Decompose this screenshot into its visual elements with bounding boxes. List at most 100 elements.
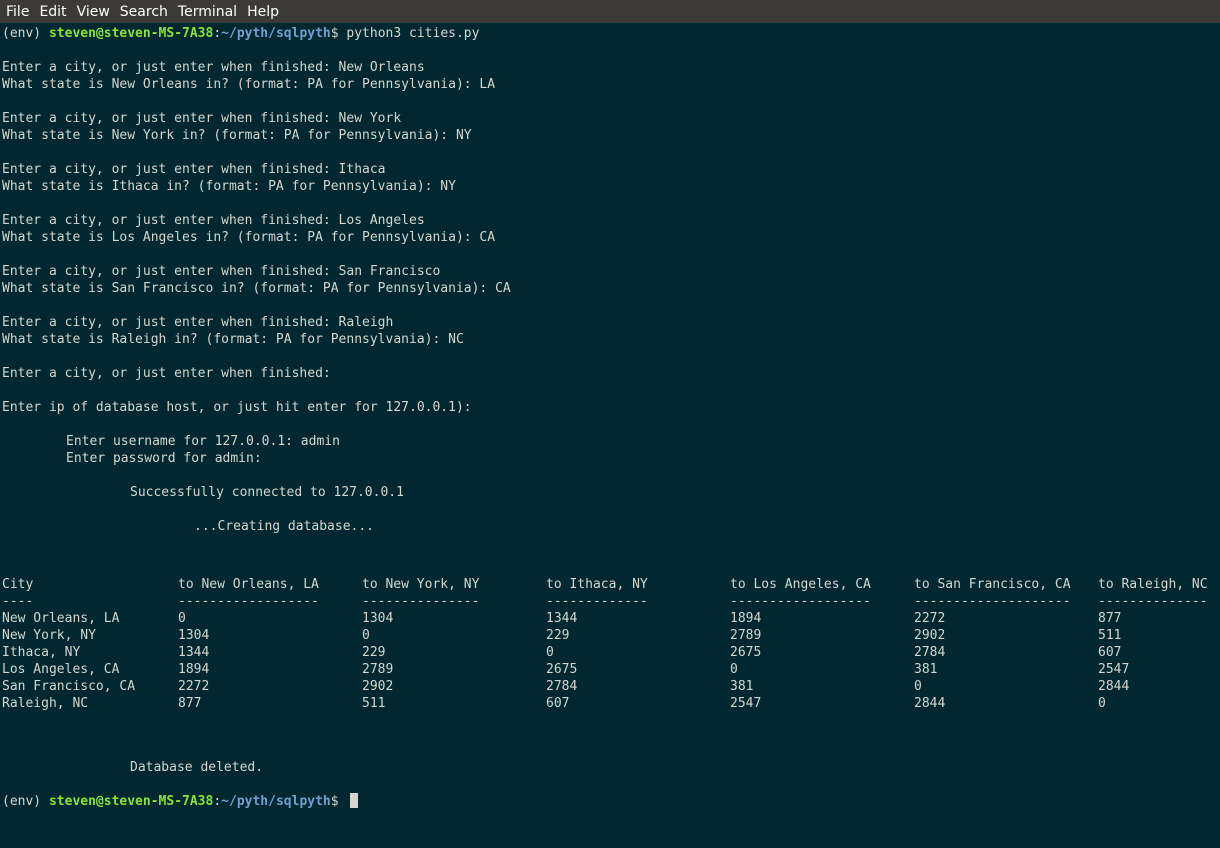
table-cell: 0 (730, 662, 738, 677)
table-cell: 1894 (730, 611, 762, 626)
prompt-path: ~/pyth/sqlpyth (221, 794, 331, 809)
table-cell: 381 (730, 679, 754, 694)
session-line (2, 297, 1220, 314)
distance-table: City to New Orleans, LA to New York, NY … (2, 576, 1208, 712)
table-cell: 2272 (178, 679, 210, 694)
table-cell: 1344 (546, 611, 578, 626)
table-cell: Raleigh, NC (2, 696, 89, 711)
table-cell: 2547 (1098, 662, 1130, 677)
session-line: Enter a city, or just enter when finishe… (2, 60, 425, 75)
table-separator: ------------------ (178, 594, 319, 609)
table-cell: 2902 (914, 628, 946, 643)
table-separator: ------------- (546, 594, 648, 609)
table-header: City (2, 577, 34, 592)
menu-search[interactable]: Search (117, 4, 171, 20)
session-line (2, 416, 1220, 433)
table-separator: -------------------- (914, 594, 1071, 609)
prompt-dollar: $ (330, 794, 347, 809)
table-cell: 511 (362, 696, 386, 711)
table-row: New Orleans, LA 0 1304 1344 1894 2272 87… (2, 610, 1121, 627)
session-line (2, 348, 1220, 365)
session-line: What state is Los Angeles in? (format: P… (2, 230, 496, 245)
table-row: Raleigh, NC 877 511 607 2547 2844 0 (2, 695, 1106, 712)
table-cell: 2844 (1098, 679, 1130, 694)
table-cell: 1304 (362, 611, 394, 626)
session-line (2, 246, 1220, 263)
session-line (2, 42, 1220, 59)
session-line: Enter a city, or just enter when finishe… (2, 264, 441, 279)
table-row: San Francisco, CA 2272 2902 2784 381 0 2… (2, 678, 1129, 695)
menu-bar: File Edit View Search Terminal Help (0, 0, 1220, 23)
table-header: to Los Angeles, CA (730, 577, 871, 592)
table-cell: Los Angeles, CA (2, 662, 120, 677)
table-cell: 607 (546, 696, 570, 711)
session-line: Enter a city, or just enter when finishe… (2, 213, 425, 228)
prompt-user-host: steven@steven-MS-7A38 (48, 26, 214, 41)
terminal-output[interactable]: (env) steven@steven-MS-7A38:~/pyth/sqlpy… (0, 23, 1220, 809)
table-cell: 2789 (362, 662, 394, 677)
table-cell: 0 (1098, 696, 1106, 711)
terminal-cursor (350, 793, 359, 808)
prompt-colon: : (213, 794, 222, 809)
table-header: to New York, NY (362, 577, 480, 592)
command-text: python3 cities.py (346, 26, 480, 41)
table-separator: ------------------ (730, 594, 871, 609)
prompt-env: (env) (2, 794, 49, 809)
table-cell: 2547 (730, 696, 762, 711)
session-line: What state is New York in? (format: PA f… (2, 128, 472, 143)
prompt-path: ~/pyth/sqlpyth (221, 26, 331, 41)
table-cell: 0 (362, 628, 370, 643)
table-cell: New Orleans, LA (2, 611, 120, 626)
table-cell: 1894 (178, 662, 210, 677)
menu-file[interactable]: File (3, 4, 32, 20)
table-separator: ---- (2, 594, 34, 609)
table-cell: 877 (178, 696, 202, 711)
password-line: Enter password for admin: (66, 451, 262, 466)
session-line (2, 144, 1220, 161)
menu-view[interactable]: View (74, 4, 113, 20)
table-cell: 1344 (178, 645, 210, 660)
table-separator: --------------- (362, 594, 480, 609)
prompt-user-host: steven@steven-MS-7A38 (48, 794, 214, 809)
connected-message: Successfully connected to 127.0.0.1 (130, 485, 404, 500)
session-line: Enter a city, or just enter when finishe… (2, 315, 394, 330)
table-cell: 1304 (178, 628, 210, 643)
table-cell: 2272 (914, 611, 946, 626)
table-cell: 2844 (914, 696, 946, 711)
table-separator-row: ---- ------------------ --------------- … (2, 593, 1208, 610)
table-cell: 0 (546, 645, 554, 660)
table-cell: 511 (1098, 628, 1122, 643)
table-cell: New York, NY (2, 628, 96, 643)
table-cell: 2784 (914, 645, 946, 660)
menu-edit[interactable]: Edit (36, 4, 69, 20)
table-header: to New Orleans, LA (178, 577, 319, 592)
session-line: Enter a city, or just enter when finishe… (2, 111, 402, 126)
table-cell: 2789 (730, 628, 762, 643)
table-row: New York, NY 1304 0 229 2789 2902 511 (2, 627, 1121, 644)
session-line: Enter ip of database host, or just hit e… (2, 400, 472, 415)
table-cell: 0 (914, 679, 922, 694)
session-line: What state is San Francisco in? (format:… (2, 281, 511, 296)
table-separator: -------------- (1098, 594, 1208, 609)
table-header: to Raleigh, NC (1098, 577, 1208, 592)
username-line: Enter username for 127.0.0.1: admin (66, 434, 340, 449)
final-prompt-line: (env) steven@steven-MS-7A38:~/pyth/sqlpy… (2, 793, 359, 810)
menu-terminal[interactable]: Terminal (175, 4, 240, 20)
prompt-env: (env) (2, 26, 49, 41)
session-line: Enter a city, or just enter when finishe… (2, 366, 331, 381)
table-cell: 381 (914, 662, 938, 677)
table-cell: Ithaca, NY (2, 645, 81, 660)
table-cell: San Francisco, CA (2, 679, 136, 694)
table-row: Ithaca, NY 1344 229 0 2675 2784 607 (2, 644, 1121, 661)
session-line: What state is New Orleans in? (format: P… (2, 77, 496, 92)
menu-help[interactable]: Help (244, 4, 282, 20)
table-cell: 229 (362, 645, 386, 660)
creating-message: ...Creating database... (194, 519, 375, 534)
prompt-line: (env) steven@steven-MS-7A38:~/pyth/sqlpy… (2, 25, 1220, 42)
table-row: Los Angeles, CA 1894 2789 2675 0 381 254… (2, 661, 1129, 678)
deleted-message: Database deleted. (130, 760, 264, 775)
session-line (2, 195, 1220, 212)
